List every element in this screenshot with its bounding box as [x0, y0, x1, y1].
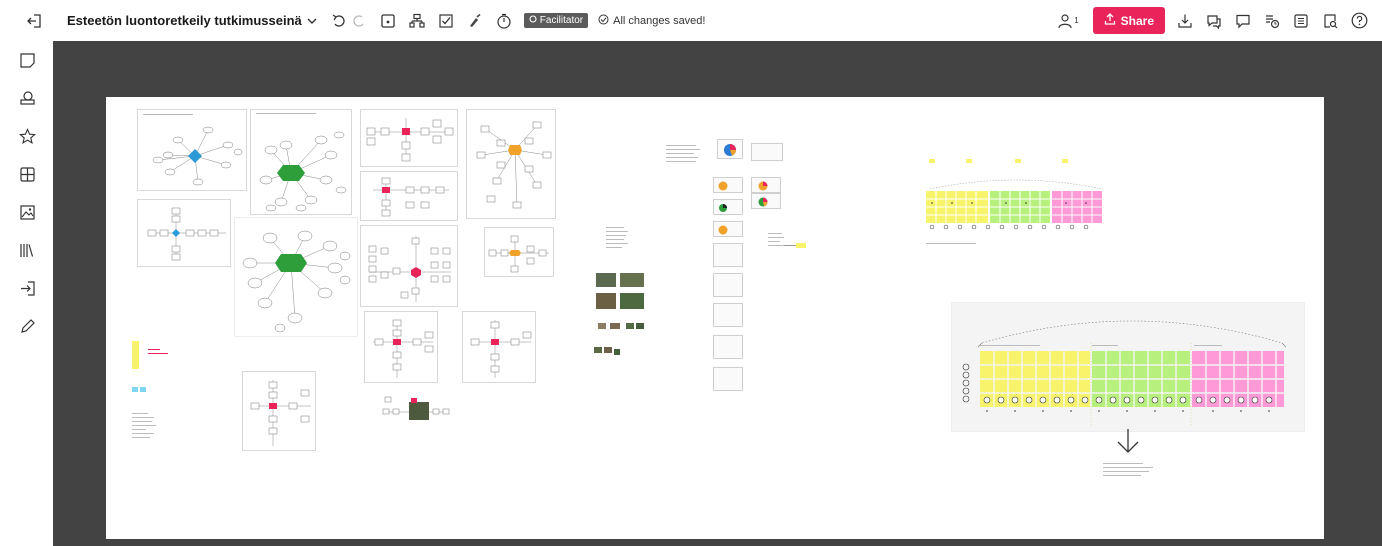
app-window: Esteetön luontoretkeily tutkimusseinä Fa… [0, 0, 1382, 546]
pie-chart-card[interactable] [713, 221, 743, 237]
pen-icon[interactable] [16, 315, 38, 337]
pie-chart-card[interactable] [751, 177, 781, 193]
check-circle-icon [598, 14, 609, 28]
photo-thumbnail[interactable] [614, 349, 620, 355]
sticky-note[interactable] [132, 387, 138, 392]
document-card[interactable] [713, 303, 743, 327]
mindmap-frame[interactable] [137, 109, 247, 191]
document-card[interactable] [713, 273, 743, 297]
help-icon[interactable] [1351, 12, 1368, 29]
sticky-note[interactable] [929, 159, 935, 163]
board-list-icon[interactable] [1293, 13, 1309, 29]
top-toolbar: Esteetön luontoretkeily tutkimusseinä Fa… [0, 0, 1382, 41]
timer-icon[interactable] [496, 13, 512, 29]
photo-thumbnail[interactable] [620, 273, 644, 287]
activity-icon[interactable] [1264, 13, 1280, 29]
flow-icon[interactable] [409, 13, 425, 29]
mindmap-frame[interactable] [234, 217, 358, 337]
brush-icon[interactable] [467, 13, 483, 29]
pie-chart-card[interactable] [713, 199, 743, 215]
flow-frame[interactable] [484, 227, 554, 277]
photo-flow-frame[interactable] [378, 391, 454, 431]
share-label: Share [1120, 13, 1154, 28]
facilitator-badge[interactable]: Facilitator [523, 13, 589, 28]
document-card[interactable] [713, 243, 743, 267]
photo-thumbnail[interactable] [594, 347, 602, 353]
left-toolbar [0, 41, 53, 546]
sticky-tool-icon[interactable] [380, 13, 396, 29]
comments-icon[interactable] [1206, 13, 1222, 29]
import-icon[interactable] [16, 277, 38, 299]
facilitator-label: Facilitator [539, 15, 584, 26]
redo-icon[interactable] [351, 13, 367, 29]
sticky-note[interactable] [132, 341, 139, 369]
flow-frame[interactable] [242, 371, 316, 451]
facilitator-icon [529, 15, 537, 26]
board-canvas[interactable] [53, 41, 1382, 546]
sticky-note[interactable] [796, 243, 806, 248]
image-icon[interactable] [16, 201, 38, 223]
flow-frame[interactable] [137, 199, 231, 267]
flow-frame[interactable] [360, 171, 458, 221]
journey-map-frame[interactable] [951, 302, 1305, 432]
photo-thumbnail[interactable] [598, 323, 606, 329]
photo-thumbnail[interactable] [610, 323, 620, 329]
save-status-text: All changes saved! [613, 14, 706, 27]
photo-thumbnail[interactable] [626, 323, 634, 329]
flow-frame[interactable] [360, 109, 458, 167]
arrow-down-icon [1116, 427, 1140, 460]
undo-icon[interactable] [331, 13, 347, 29]
pie-chart-card[interactable] [717, 139, 743, 159]
chevron-down-icon[interactable] [306, 16, 318, 26]
search-board-icon[interactable] [1322, 13, 1338, 29]
sticky-note[interactable] [140, 387, 146, 392]
photo-thumbnail[interactable] [596, 273, 616, 287]
table-icon[interactable] [16, 163, 38, 185]
library-icon[interactable] [16, 239, 38, 261]
sticky-note[interactable] [1062, 159, 1068, 163]
checklist-icon[interactable] [438, 13, 454, 29]
flow-frame[interactable] [360, 225, 458, 307]
share-button[interactable]: Share [1092, 7, 1165, 34]
photo-thumbnail[interactable] [596, 293, 616, 309]
photo-thumbnail[interactable] [604, 347, 612, 353]
save-status: All changes saved! [598, 14, 705, 28]
pie-chart-card[interactable] [751, 143, 783, 161]
download-icon[interactable] [1177, 13, 1193, 29]
upload-icon [1104, 13, 1116, 28]
journey-map-small[interactable] [926, 177, 1104, 231]
sticky-note[interactable] [1015, 159, 1021, 163]
sticky-note-icon[interactable] [16, 49, 38, 71]
collapse-panel-icon[interactable] [25, 13, 43, 29]
flow-frame[interactable] [364, 311, 438, 383]
pie-chart-card[interactable] [713, 177, 743, 193]
sticky-note[interactable] [966, 159, 972, 163]
people-icon[interactable] [1057, 13, 1073, 29]
chat-icon[interactable] [1235, 13, 1251, 29]
photo-thumbnail[interactable] [620, 293, 644, 309]
shapes-icon[interactable] [16, 87, 38, 109]
document-card[interactable] [713, 367, 743, 391]
flow-frame[interactable] [462, 311, 536, 383]
photo-thumbnail[interactable] [636, 323, 644, 329]
document-card[interactable] [713, 335, 743, 359]
star-icon[interactable] [16, 125, 38, 147]
user-count: 1 [1074, 16, 1079, 25]
mindmap-frame[interactable] [250, 109, 352, 215]
pie-chart-card[interactable] [751, 193, 781, 209]
flow-frame[interactable] [466, 109, 556, 219]
right-toolbar: 1 Share [1057, 0, 1382, 41]
whiteboard[interactable] [106, 97, 1324, 539]
board-title[interactable]: Esteetön luontoretkeily tutkimusseinä [67, 13, 302, 28]
